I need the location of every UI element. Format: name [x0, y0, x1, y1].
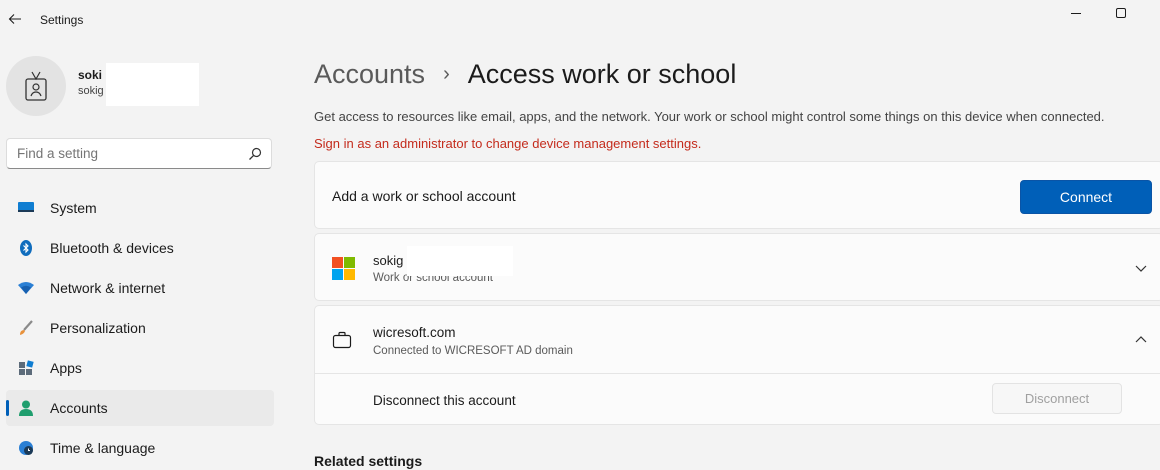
- account-title: sokig: [373, 253, 404, 268]
- disconnect-label: Disconnect this account: [373, 393, 516, 408]
- search-icon[interactable]: [247, 146, 263, 162]
- sidebar-item-time-language[interactable]: Time & language: [6, 430, 274, 466]
- sidebar-item-label: Network & internet: [50, 280, 166, 296]
- title-bar: Settings: [0, 0, 1160, 42]
- disconnect-button[interactable]: Disconnect: [992, 383, 1122, 414]
- sidebar-item-system[interactable]: System: [6, 190, 274, 226]
- account-title: wicresoft.com: [373, 325, 456, 340]
- microsoft-logo-icon: [332, 257, 355, 280]
- sidebar-item-personalization[interactable]: Personalization: [6, 310, 274, 346]
- maximize-button[interactable]: [1098, 2, 1144, 24]
- user-profile[interactable]: soki sokig: [6, 56, 206, 116]
- brush-icon: [18, 320, 34, 336]
- related-settings-heading: Related settings: [314, 453, 423, 469]
- page-title: Access work or school: [467, 58, 737, 89]
- active-indicator: [6, 400, 9, 416]
- chevron-down-icon[interactable]: [1133, 260, 1149, 276]
- badge-person-icon: [25, 71, 47, 101]
- add-account-card: Add a work or school account Connect: [314, 161, 1160, 229]
- sidebar-item-label: Time & language: [50, 440, 156, 456]
- divider: [315, 373, 1160, 374]
- minimize-button[interactable]: [1053, 2, 1099, 24]
- back-button[interactable]: [4, 8, 26, 30]
- search-box[interactable]: [6, 138, 272, 169]
- search-input[interactable]: [17, 146, 237, 161]
- page-description: Get access to resources like email, apps…: [314, 109, 1105, 124]
- breadcrumb-separator: ›: [443, 62, 450, 85]
- app-title: Settings: [40, 13, 84, 27]
- globe-clock-icon: [18, 440, 34, 456]
- connect-button[interactable]: Connect: [1020, 180, 1152, 214]
- apps-icon: [18, 360, 34, 376]
- account-subtitle: Connected to WICRESOFT AD domain: [373, 345, 573, 357]
- profile-email: sokig: [78, 85, 104, 97]
- back-arrow-icon: [8, 14, 21, 24]
- redaction-block: [106, 63, 199, 106]
- monitor-icon: [18, 200, 34, 216]
- admin-warning: Sign in as an administrator to change de…: [314, 136, 702, 151]
- sidebar-item-label: System: [50, 200, 97, 216]
- add-account-label: Add a work or school account: [332, 188, 516, 204]
- person-icon: [18, 400, 34, 416]
- profile-name: soki: [78, 68, 103, 82]
- sidebar-item-label: Personalization: [50, 320, 146, 336]
- minimize-icon: [1071, 13, 1081, 14]
- breadcrumb: Accounts › Access work or school: [314, 54, 736, 94]
- wifi-icon: [18, 280, 34, 296]
- briefcase-icon: [332, 331, 352, 349]
- account-card-microsoft[interactable]: sokig Work or school account: [314, 233, 1160, 301]
- redaction-block: [407, 246, 513, 276]
- sidebar-item-network[interactable]: Network & internet: [6, 270, 274, 306]
- avatar: [6, 56, 66, 116]
- account-card-wicresoft: wicresoft.com Connected to WICRESOFT AD …: [314, 305, 1160, 425]
- chevron-up-icon[interactable]: [1133, 332, 1149, 348]
- maximize-icon: [1116, 8, 1126, 18]
- sidebar-item-accounts[interactable]: Accounts: [6, 390, 274, 426]
- sidebar-item-apps[interactable]: Apps: [6, 350, 274, 386]
- sidebar-nav: System Bluetooth & devices Network & int…: [6, 190, 274, 470]
- sidebar-item-label: Apps: [50, 360, 82, 376]
- breadcrumb-parent-link[interactable]: Accounts: [314, 59, 425, 90]
- sidebar-item-label: Bluetooth & devices: [50, 240, 174, 256]
- bluetooth-icon: [18, 240, 34, 256]
- sidebar-item-bluetooth[interactable]: Bluetooth & devices: [6, 230, 274, 266]
- sidebar-item-label: Accounts: [50, 400, 108, 416]
